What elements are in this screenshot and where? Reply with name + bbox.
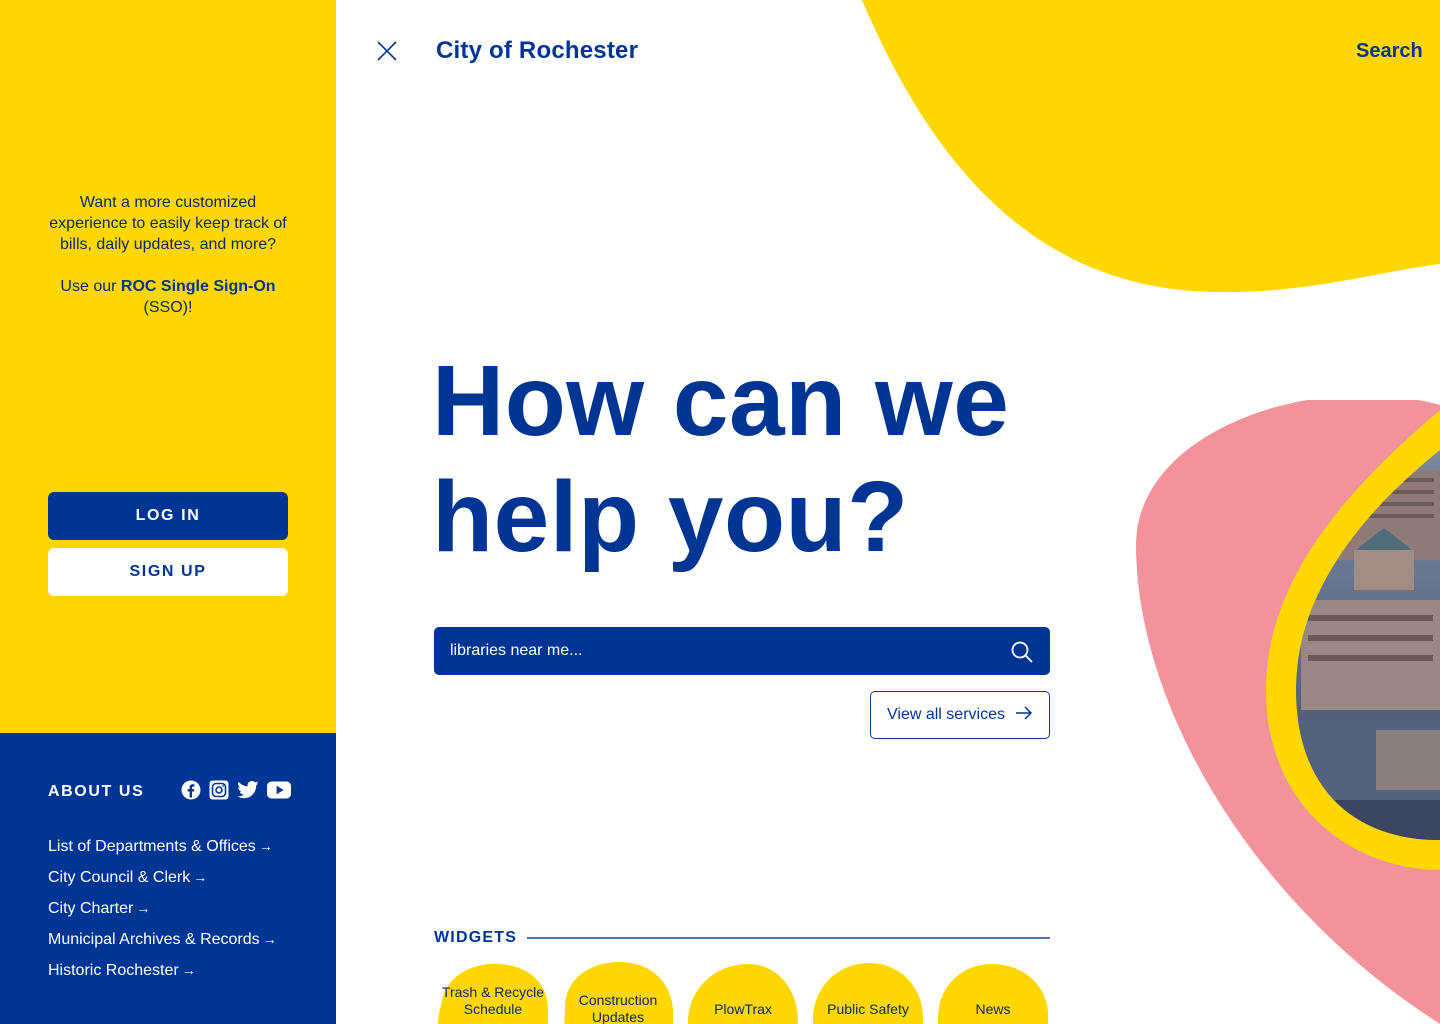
about-link-archives[interactable]: Municipal Archives & Records → [48, 924, 277, 955]
about-link-label: City Council & Clerk [48, 869, 191, 886]
arrow-right-icon: → [181, 962, 196, 978]
youtube-icon[interactable] [267, 781, 291, 799]
main-content: City of Rochester Search How can we help… [336, 0, 1440, 1024]
widgets-divider [527, 937, 1050, 939]
decorative-city-photo-blob [1136, 400, 1440, 1024]
arrow-right-icon: → [193, 869, 208, 885]
arrow-right-icon [1015, 705, 1033, 725]
header-search-link[interactable]: Search [1356, 40, 1423, 63]
arrow-right-icon: → [258, 838, 273, 854]
about-link-historic[interactable]: Historic Rochester → [48, 955, 277, 986]
sso-intro: Want a more customized experience to eas… [49, 194, 287, 253]
widgets-title: WIDGETS [434, 929, 518, 946]
widget-label: Construction Updates [578, 992, 658, 1024]
about-us-title: ABOUT US [48, 783, 145, 800]
instagram-icon[interactable] [209, 780, 229, 800]
close-icon[interactable] [376, 40, 398, 62]
widget-label: News [975, 1001, 1011, 1017]
twitter-icon[interactable] [237, 781, 259, 799]
widget-news[interactable]: News [936, 962, 1050, 1024]
search-icon[interactable] [1010, 640, 1034, 664]
widget-construction-updates[interactable]: Construction Updates [561, 962, 675, 1024]
sidebar-account-panel: Want a more customized experience to eas… [0, 0, 336, 733]
sso-cta: Use our ROC Single Sign-On (SSO)! [44, 276, 292, 318]
sso-link[interactable]: ROC Single Sign-On [121, 278, 276, 295]
sso-prefix: Use our [60, 278, 121, 295]
about-us-panel: ABOUT US List of Departments & Offices → … [0, 733, 336, 1024]
about-us-links: List of Departments & Offices → City Coun… [48, 831, 277, 986]
about-link-label: List of Departments & Offices [48, 838, 256, 855]
site-title[interactable]: City of Rochester [436, 37, 638, 65]
about-link-council[interactable]: City Council & Clerk → [48, 862, 277, 893]
widget-label: PlowTrax [714, 1001, 772, 1017]
sso-promo-text: Want a more customized experience to eas… [44, 192, 292, 318]
hero-line-2: help you? [432, 461, 909, 573]
login-button[interactable]: LOG IN [48, 492, 288, 540]
view-all-services-button[interactable]: View all services [870, 691, 1050, 739]
widget-public-safety[interactable]: Public Safety [811, 962, 925, 1024]
widget-plowtrax[interactable]: PlowTrax [686, 962, 800, 1024]
widgets-header: WIDGETS [434, 929, 1050, 947]
social-links [181, 780, 291, 800]
about-link-label: Historic Rochester [48, 962, 179, 979]
service-search-input[interactable] [434, 627, 994, 675]
widget-label: Trash & Recycle Schedule [441, 984, 545, 1017]
hero-heading: How can we help you? [432, 343, 1009, 575]
signup-button[interactable]: SIGN UP [48, 548, 288, 596]
about-link-charter[interactable]: City Charter → [48, 893, 277, 924]
widget-label: Public Safety [827, 1001, 909, 1017]
service-search-bar [434, 627, 1050, 675]
view-all-services-label: View all services [887, 706, 1005, 723]
sidebar: Want a more customized experience to eas… [0, 0, 336, 1024]
facebook-icon[interactable] [181, 780, 201, 800]
arrow-right-icon: → [262, 931, 277, 947]
widget-trash-recycle[interactable]: Trash & Recycle Schedule [436, 962, 550, 1024]
arrow-right-icon: → [136, 900, 151, 916]
about-link-departments[interactable]: List of Departments & Offices → [48, 831, 277, 862]
about-link-label: City Charter [48, 900, 134, 917]
hero-line-1: How can we [432, 345, 1010, 457]
sso-suffix: (SSO)! [143, 299, 193, 316]
about-link-label: Municipal Archives & Records [48, 931, 260, 948]
